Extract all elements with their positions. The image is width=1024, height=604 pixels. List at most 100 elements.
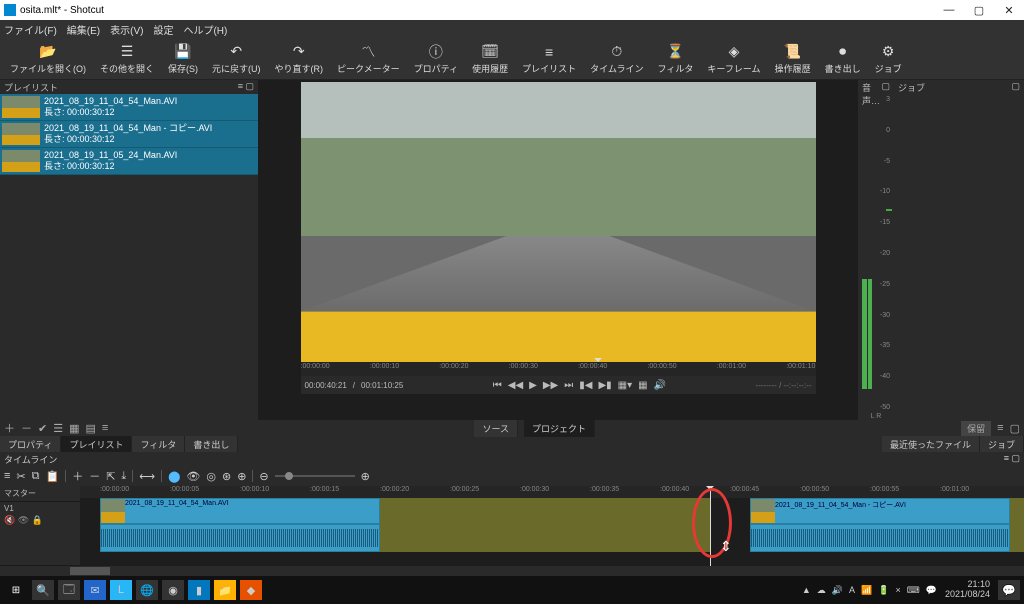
playhead[interactable]	[710, 486, 711, 566]
system-tray[interactable]: ▲☁🔊A📶🔋×⌨💬	[802, 585, 937, 596]
timeline-ruler[interactable]: :00:00:00:00:00:05:00:00:10:00:00:15:00:…	[80, 486, 1024, 498]
play-icon[interactable]: ▶	[529, 380, 537, 391]
track-v1[interactable]: V1 🔇 👁 🔒	[0, 502, 80, 566]
tab-export[interactable]: 書き出し	[185, 436, 238, 452]
toolbar-操作履歴[interactable]: 📜操作履歴	[769, 41, 817, 77]
menu-icon[interactable]: ≡	[4, 470, 10, 482]
timeline-clip-2-audio[interactable]	[750, 524, 1010, 552]
toolbar-キーフレーム[interactable]: ◈キーフレーム	[701, 41, 766, 77]
add-icon[interactable]: ＋	[4, 420, 15, 436]
panel-menu-icon[interactable]: ≡ ▢	[238, 81, 254, 93]
grid-icon[interactable]: ▦	[638, 380, 647, 391]
menu-file[interactable]: ファイル(F)	[4, 22, 57, 37]
lift-icon[interactable]: ⇱	[106, 470, 115, 483]
snap-icon[interactable]: ⬤	[168, 470, 180, 483]
taskbar-clock[interactable]: 21:102021/08/24	[941, 580, 994, 600]
timeline-scrollbar[interactable]	[0, 566, 1024, 576]
project-tab[interactable]: プロジェクト	[524, 420, 595, 437]
tray-icon[interactable]: 🔋	[878, 585, 889, 596]
rewind-icon[interactable]: ◀◀	[508, 380, 523, 391]
playlist-item[interactable]: 2021_08_19_11_04_54_Man.AVI長さ: 00:00:30:…	[0, 94, 258, 121]
tray-icon[interactable]: ⌨	[907, 585, 920, 596]
append-icon[interactable]: ＋	[72, 468, 83, 484]
overwrite-icon[interactable]: ⤓	[121, 470, 126, 483]
tab-filters[interactable]: フィルタ	[132, 436, 185, 452]
tray-icon[interactable]: 💬	[926, 585, 937, 596]
taskbar-explorer[interactable]: 📁	[214, 580, 236, 600]
remove-icon[interactable]: －	[21, 420, 32, 436]
tab-properties[interactable]: プロパティ	[0, 436, 61, 452]
zoom-slider[interactable]	[275, 475, 355, 477]
mute-icon[interactable]: 🔇	[4, 515, 15, 525]
playlist-item[interactable]: 2021_08_19_11_04_54_Man - コピー.AVI長さ: 00:…	[0, 121, 258, 148]
next-icon[interactable]: ▶▮	[598, 380, 611, 391]
taskbar-chrome[interactable]: ◉	[162, 580, 184, 600]
panel-menu-icon[interactable]: ≡ ▢	[1004, 453, 1020, 465]
taskbar-app-l[interactable]: L	[110, 580, 132, 600]
toolbar-ファイルを開く(O)[interactable]: 📂ファイルを開く(O)	[4, 41, 92, 77]
toolbar-書き出し[interactable]: ⏺書き出し	[819, 41, 867, 77]
hamburger-icon[interactable]: ≡	[997, 422, 1003, 434]
toolbar-やり直す(R)[interactable]: ↷やり直す(R)	[269, 41, 330, 77]
timeline-gap-2[interactable]	[1010, 498, 1024, 552]
toolbar-使用履歴[interactable]: 🗓使用履歴	[466, 41, 514, 77]
pending-button[interactable]: 保留	[961, 421, 991, 436]
fastfwd-icon[interactable]: ▶▶	[543, 380, 558, 391]
remove-icon[interactable]: －	[89, 468, 100, 484]
volume-icon[interactable]: 🔊	[654, 380, 666, 391]
toolbar-元に戻す(U)[interactable]: ↶元に戻す(U)	[206, 41, 267, 77]
toolbar-保存(S)[interactable]: 💾保存(S)	[162, 41, 204, 77]
tiles-icon[interactable]: ▤	[86, 422, 96, 435]
paste-icon[interactable]: 📋	[46, 470, 60, 483]
toolbar-ピークメーター[interactable]: 〽ピークメーター	[331, 41, 406, 77]
menu-settings[interactable]: 設定	[153, 22, 173, 37]
hide-icon[interactable]: 👁	[18, 515, 29, 525]
menu-edit[interactable]: 編集(E)	[67, 22, 100, 37]
ripple-markers-icon[interactable]: ⊕	[237, 470, 246, 483]
zoom-in-icon[interactable]: ⊕	[361, 470, 370, 483]
timeline-track[interactable]: 2021_08_19_11_04_54_Man.AVI 2021_08_19_1…	[80, 498, 1024, 552]
start-button[interactable]: ⊞	[4, 580, 28, 600]
tray-icon[interactable]: 📶	[861, 585, 872, 596]
panel-close-icon[interactable]: ▢	[1011, 81, 1020, 93]
split-icon[interactable]: ⟷	[139, 470, 155, 483]
tab-recent[interactable]: 最近使ったファイル	[882, 436, 980, 452]
timeline-clip-2[interactable]: 2021_08_19_11_04_54_Man - コピー.AVI	[750, 498, 1010, 524]
panel-close-icon[interactable]: ▢	[881, 81, 890, 93]
preview-ruler[interactable]: :00:00:00:00:00:10:00:00:20:00:00:30:00:…	[301, 362, 816, 376]
timeline-gap[interactable]	[380, 498, 710, 552]
taskbar-mail[interactable]: ✉	[84, 580, 106, 600]
video-preview[interactable]	[301, 82, 816, 362]
notifications-icon[interactable]: 💬	[998, 580, 1020, 600]
track-master[interactable]: マスター	[0, 486, 80, 502]
tab-playlist[interactable]: プレイリスト	[61, 436, 132, 452]
menu-help[interactable]: ヘルプ(H)	[183, 22, 227, 37]
tray-icon[interactable]: ▲	[802, 585, 811, 595]
list-icon[interactable]: ☰	[53, 422, 63, 435]
menu-view[interactable]: 表示(V)	[110, 22, 143, 37]
lock-icon[interactable]: 🔒	[32, 515, 43, 525]
toolbar-プロパティ[interactable]: ⓘプロパティ	[408, 41, 464, 77]
cut-icon[interactable]: ✂	[16, 470, 25, 483]
toolbar-タイムライン[interactable]: ⏱タイムライン	[584, 41, 649, 77]
tray-icon[interactable]: 🔊	[832, 585, 843, 596]
scrub-icon[interactable]: 👁	[186, 470, 200, 483]
toolbar-プレイリスト[interactable]: ≡プレイリスト	[516, 41, 582, 77]
timeline-clip-1[interactable]: 2021_08_19_11_04_54_Man.AVI	[100, 498, 380, 524]
toolbar-ジョブ[interactable]: ⚙ジョブ	[869, 41, 908, 77]
copy-icon[interactable]: ⧉	[32, 470, 40, 483]
playlist-item[interactable]: 2021_08_19_11_05_24_Man.AVI長さ: 00:00:30:…	[0, 148, 258, 175]
close-button[interactable]: ✕	[994, 0, 1024, 20]
skip-start-icon[interactable]: ⏮	[493, 380, 502, 391]
tab-jobs[interactable]: ジョブ	[980, 436, 1024, 452]
taskbar-app-orange[interactable]: ◆	[240, 580, 262, 600]
tray-icon[interactable]: ☁	[817, 585, 826, 596]
timeline-clip-1-audio[interactable]	[100, 524, 380, 552]
minimize-button[interactable]: —	[934, 0, 964, 20]
menu-icon[interactable]: ≡	[102, 422, 108, 434]
skip-end-icon[interactable]: ⏭	[564, 380, 573, 391]
prev-icon[interactable]: ▮◀	[579, 380, 592, 391]
timecode-current[interactable]: 00:00:40:21	[305, 381, 347, 390]
taskbar-taskview[interactable]: 🗔	[58, 580, 80, 600]
grid-icon[interactable]: ▦	[69, 422, 79, 435]
